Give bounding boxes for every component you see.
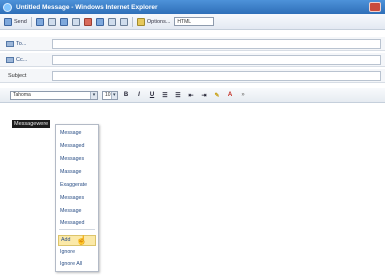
italic-button[interactable]: I [134, 90, 144, 100]
down-arrow-icon [95, 17, 104, 26]
check-names-button[interactable] [71, 17, 80, 27]
chevron-down-icon: ▾ [110, 91, 117, 99]
flag-icon [107, 17, 116, 26]
suggestion-item[interactable]: Message [60, 208, 82, 214]
bold-button[interactable]: B [121, 90, 131, 100]
to-row: To... [0, 37, 385, 51]
increase-indent-button[interactable]: ⇥ [199, 90, 209, 100]
attach-button[interactable] [47, 17, 56, 27]
to-button[interactable]: To... [6, 39, 46, 49]
font-color-button[interactable]: A [225, 90, 235, 100]
suggestion-item[interactable]: Exaggerate [60, 182, 87, 188]
spell-check-icon [119, 17, 128, 26]
subject-row: Subject [0, 69, 385, 83]
spell-check-button[interactable] [119, 17, 128, 27]
format-toolbar: Tahoma ▾ 10 ▾ B I U ☰ ☰ ⇤ ⇥ ✎ A » [0, 88, 385, 103]
options-button[interactable]: Options... [136, 17, 171, 27]
font-value: Tahoma [13, 92, 31, 98]
paperclip-icon [47, 17, 56, 26]
cc-label: Cc... [16, 56, 28, 63]
send-icon [4, 17, 12, 26]
toolbar-divider [131, 16, 133, 27]
cc-field[interactable] [52, 55, 381, 65]
ignore-item[interactable]: Ignore [60, 249, 75, 255]
send-button[interactable]: Send [4, 17, 27, 27]
send-label: Send [14, 18, 27, 25]
high-importance-button[interactable] [83, 17, 92, 27]
toolbar-divider [30, 16, 32, 27]
selected-word[interactable]: Messagewere [12, 120, 51, 128]
address-book-button[interactable] [59, 17, 68, 27]
bullets-button[interactable]: ☰ [160, 90, 170, 100]
to-field[interactable] [52, 39, 381, 49]
suggestion-item[interactable]: Messaged [60, 143, 84, 149]
options-label: Options... [146, 18, 171, 25]
suggestion-item[interactable]: Massage [60, 169, 82, 175]
suggestion-item[interactable]: Messages [60, 195, 84, 201]
exclamation-icon [83, 17, 92, 26]
address-book-icon [6, 56, 14, 63]
more-options-button[interactable]: » [238, 90, 248, 100]
cc-row: Cc... [0, 53, 385, 67]
window-title: Untitled Message - Windows Internet Expl… [16, 3, 158, 11]
close-button[interactable] [369, 2, 381, 12]
suggestion-item[interactable]: Messaged [60, 220, 84, 226]
to-label: To... [16, 40, 27, 47]
menu-divider [59, 229, 95, 230]
check-names-icon [71, 17, 80, 26]
suggestion-item[interactable]: Message [60, 130, 82, 136]
decrease-indent-button[interactable]: ⇤ [186, 90, 196, 100]
save-button[interactable] [35, 17, 44, 27]
subject-field[interactable] [52, 71, 381, 81]
ignore-all-item[interactable]: Ignore All [60, 261, 82, 267]
chevron-down-icon: ▾ [90, 91, 97, 99]
numbering-button[interactable]: ☰ [173, 90, 183, 100]
flag-button[interactable] [107, 17, 116, 27]
spelling-context-menu: Message Messaged Messages Massage Exagge… [55, 124, 99, 272]
highlight-button[interactable]: ✎ [212, 90, 222, 100]
options-icon [136, 17, 145, 26]
main-toolbar: Send Options... HTML [0, 14, 385, 30]
format-value: HTML [177, 18, 192, 25]
hand-cursor-icon: ☝ [76, 235, 88, 245]
format-select[interactable]: HTML [174, 17, 215, 26]
underline-button[interactable]: U [147, 90, 157, 100]
save-icon [35, 17, 44, 26]
address-book-icon [59, 17, 68, 26]
address-book-icon [6, 40, 14, 47]
low-importance-button[interactable] [95, 17, 104, 27]
subject-label: Subject [8, 72, 27, 79]
suggestion-item[interactable]: Messages [60, 156, 84, 162]
title-bar: Untitled Message - Windows Internet Expl… [0, 0, 385, 14]
cc-button[interactable]: Cc... [6, 55, 46, 65]
font-select[interactable]: Tahoma ▾ [10, 90, 98, 100]
ie-icon [3, 2, 12, 12]
size-select[interactable]: 10 ▾ [102, 90, 118, 100]
